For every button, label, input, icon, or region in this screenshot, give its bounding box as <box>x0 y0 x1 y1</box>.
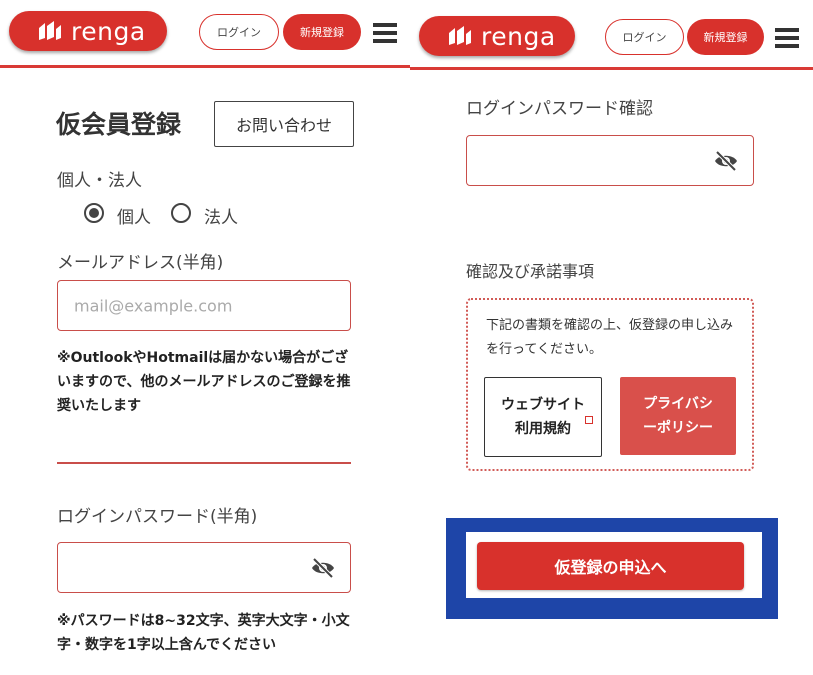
logo-text: renga <box>481 21 556 51</box>
email-note: ※OutlookやHotmailは届かない場合がございますので、他のメールアドレ… <box>57 350 351 414</box>
password-label: ログインパスワード(半角) <box>57 507 258 527</box>
terms-of-use-label: ウェブサイト利用規約 <box>501 397 585 437</box>
email-placeholder: mail@example.com <box>74 296 233 315</box>
inquiry-button[interactable]: お問い合わせ <box>214 101 354 147</box>
radio-individual-label: 個人 <box>117 208 151 228</box>
hamburger-menu-icon[interactable] <box>373 23 397 43</box>
logo-text: renga <box>71 16 146 46</box>
signup-button[interactable]: 新規登録 <box>283 14 361 50</box>
privacy-policy-button[interactable]: プライバシーポリシー <box>620 377 736 455</box>
consent-box: 下記の書類を確認の上、仮登録の申し込みを行ってください。 ウェブサイト利用規約 … <box>466 298 754 471</box>
site-header: renga ログイン 新規登録 <box>410 0 813 70</box>
site-header: renga ログイン 新規登録 <box>0 0 410 68</box>
eye-off-icon[interactable] <box>310 558 336 578</box>
external-link-icon <box>585 416 593 424</box>
eye-off-icon[interactable] <box>713 151 739 171</box>
login-button[interactable]: ログイン <box>199 14 279 50</box>
confirm-password-label: ログインパスワード確認 <box>466 99 653 119</box>
consent-heading: 確認及び承諾事項 <box>466 262 595 281</box>
login-button[interactable]: ログイン <box>605 19 684 55</box>
page-title: 仮会員登録 <box>56 110 182 139</box>
renga-logo-icon <box>449 26 471 45</box>
renga-logo[interactable]: renga <box>9 11 167 51</box>
left-screen: renga ログイン 新規登録 仮会員登録 お問い合わせ 個人・法人 個人 法人… <box>0 0 410 675</box>
radio-corporate-label: 法人 <box>204 208 238 228</box>
renga-logo-icon <box>39 21 61 40</box>
confirm-password-field[interactable] <box>466 135 754 186</box>
radio-corporate[interactable] <box>171 203 191 223</box>
signup-button[interactable]: 新規登録 <box>687 19 764 55</box>
email-label: メールアドレス(半角) <box>57 253 224 273</box>
consent-instructions: 下記の書類を確認の上、仮登録の申し込みを行ってください。 <box>486 318 734 357</box>
renga-logo[interactable]: renga <box>419 16 575 56</box>
submit-application-button[interactable]: 仮登録の申込へ <box>477 542 744 590</box>
account-type-label: 個人・法人 <box>57 171 142 191</box>
password-field[interactable] <box>57 542 351 593</box>
password-note: ※パスワードは8~32文字、英字大文字・小文字・数字を1字以上含んでください <box>57 613 350 653</box>
section-divider <box>57 462 351 464</box>
hamburger-menu-icon[interactable] <box>775 28 799 48</box>
email-field[interactable]: mail@example.com <box>57 280 351 331</box>
privacy-policy-label: プライバシーポリシー <box>643 396 713 436</box>
radio-individual[interactable] <box>84 203 104 223</box>
terms-of-use-button[interactable]: ウェブサイト利用規約 <box>484 377 602 457</box>
right-screen: renga ログイン 新規登録 ログインパスワード確認 確認及び承諾事項 下記の… <box>410 0 813 675</box>
